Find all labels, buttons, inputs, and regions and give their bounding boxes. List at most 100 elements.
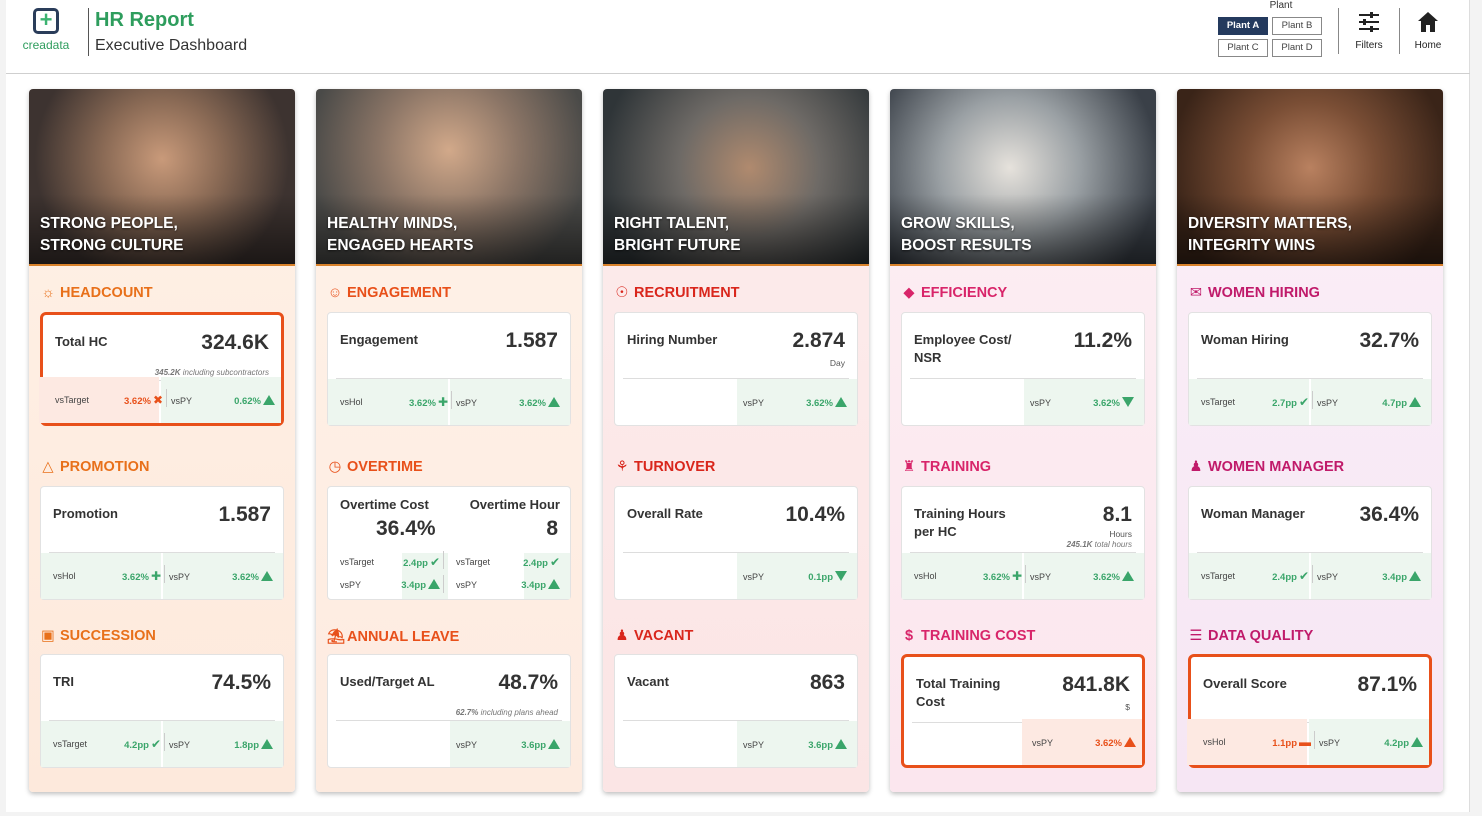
compare-value: 2.7pp ✔	[1272, 395, 1309, 409]
section-title: $ TRAINING COST	[901, 628, 1035, 644]
compare-up-icon	[835, 397, 847, 407]
kpi-card[interactable]: Woman Manager 36.4% vsTarget 2.4pp ✔ vsPY…	[1188, 486, 1432, 600]
kpi-note: 62.7% including plans ahead	[455, 708, 558, 717]
compare-value: 3.62% ✚	[122, 569, 161, 583]
kpi-card[interactable]: Total Training Cost 841.8K $ vsPY 3.62%	[901, 654, 1145, 768]
home-label: Home	[1414, 40, 1442, 51]
pillar-photo: GROW SKILLS, BOOST RESULTS	[890, 89, 1156, 266]
header-divider	[88, 8, 89, 56]
section-title-text: ANNUAL LEAVE	[347, 629, 460, 645]
kpi-card[interactable]: Engagement 1.587 vsHol 3.62% ✚ vsPY 3.62%	[327, 312, 571, 426]
kpi-card[interactable]: Woman Hiring 32.7% vsTarget 2.7pp ✔ vsPY …	[1188, 312, 1432, 426]
compare-value: 3.62% ✖	[124, 393, 163, 407]
kpi-label: Hiring Number	[627, 332, 718, 347]
compare-up-icon	[1409, 397, 1421, 407]
sliders-icon	[1359, 12, 1379, 32]
overtime-cost-value: 36.4%	[376, 517, 436, 540]
kpi-value: 32.7%	[1359, 329, 1419, 352]
kpi-label: Training Hours per HC	[914, 506, 1006, 539]
compare-vs-py: vsPY 3.6pp	[743, 739, 847, 751]
kpi-card[interactable]: Promotion 1.587 vsHol 3.62% ✚ vsPY 3.62%	[40, 486, 284, 600]
pillar-column: STRONG PEOPLE, STRONG CULTURE ☼ HEADCOUNT…	[29, 89, 295, 792]
section-title: ▣ SUCCESSION	[40, 628, 156, 644]
section-title-text: VACANT	[634, 628, 694, 644]
kpi-card[interactable]: Overtime Cost 36.4% Overtime Hour 8 vsTa…	[327, 486, 571, 600]
compare-check-icon: ✔	[429, 555, 440, 569]
compare-label: vsPY	[1317, 572, 1339, 582]
section-title: ☼ HEADCOUNT	[40, 285, 152, 301]
filters-label: Filters	[1355, 40, 1383, 51]
plant-d-button[interactable]: Plant D	[1272, 39, 1322, 57]
pillar-caption-line1: DIVERSITY MATTERS,	[1188, 215, 1352, 232]
compare-label: vsPY	[169, 572, 191, 582]
kpi-card[interactable]: TRI 74.5% vsTarget 4.2pp ✔ vsPY 1.8pp	[40, 654, 284, 768]
plant-c-button[interactable]: Plant C	[1218, 39, 1268, 57]
compare-up-icon	[548, 579, 560, 589]
plant-b-button[interactable]: Plant B	[1272, 17, 1322, 35]
pillar-column: GROW SKILLS, BOOST RESULTS ◆ EFFICIENCY Em…	[890, 89, 1156, 792]
compare-value: 3.62%	[1095, 737, 1136, 749]
home-button[interactable]: Home	[1403, 10, 1453, 51]
compare-separator	[166, 389, 167, 407]
filters-button[interactable]: Filters	[1344, 10, 1394, 51]
smile-icon: ☺	[327, 285, 343, 301]
kpi-card[interactable]: Overall Score 87.1% vsHol 1.1pp ▬ vsPY 4.…	[1187, 654, 1432, 768]
kpi-label: Overall Rate	[627, 506, 703, 521]
kpi-card[interactable]: Employee Cost/ NSR 11.2% vsPY 3.62%	[901, 312, 1145, 426]
turnover-icon: ⚘	[615, 459, 629, 475]
compare-vs-py: vsPY 4.7pp	[1317, 397, 1421, 409]
kpi-card[interactable]: Total HC 324.6K 345.2K including subcontr…	[39, 312, 284, 426]
compare-value: 3.62%	[1093, 397, 1134, 409]
dashboard-frame: creadata HR Report Executive Dashboard P…	[6, 0, 1470, 812]
compare-up-icon	[1411, 737, 1423, 747]
kpi-card[interactable]: Hiring Number 2.874 Day vsPY 3.62%	[614, 312, 858, 426]
section-title-text: SUCCESSION	[60, 628, 156, 644]
compare-plus-icon: ✚	[437, 395, 448, 409]
compare-label: vsPY	[171, 396, 193, 406]
kpi-note: 345.2K including subcontractors	[154, 368, 269, 377]
kpi-unit: Hours	[1109, 529, 1132, 539]
kpi-label: Engagement	[340, 332, 419, 347]
pillar-photo: DIVERSITY MATTERS, INTEGRITY WINS	[1177, 89, 1443, 266]
section-title-text: TURNOVER	[634, 459, 716, 475]
section-title: ◷ OVERTIME	[327, 459, 423, 475]
compare-label: vsHol	[914, 571, 937, 581]
compare-label: vsPY	[456, 398, 478, 408]
kpi-card[interactable]: Vacant 863 vsPY 3.6pp	[614, 654, 858, 768]
compare-check-icon: ✔	[549, 555, 560, 569]
compare-up-icon	[1124, 737, 1136, 747]
kpi-card[interactable]: Overall Rate 10.4% vsPY 0.1pp	[614, 486, 858, 600]
compare-x-icon: ✖	[152, 393, 163, 407]
kpi-card[interactable]: Training Hours per HC 8.1 Hours 245.1K tot…	[901, 486, 1145, 600]
kpi-unit: Day	[829, 358, 845, 368]
kpi-value: 841.8K	[1062, 673, 1130, 696]
compare-vs-py: vsPY 3.62%	[1030, 397, 1134, 409]
dollar-icon: $	[904, 628, 914, 644]
plant-label: Plant	[1269, 0, 1293, 11]
kpi-value: 863	[809, 671, 845, 694]
compare-value: 1.8pp	[234, 739, 273, 751]
section-title-text: ENGAGEMENT	[347, 285, 451, 301]
pillar-caption: GROW SKILLS, BOOST RESULTS	[901, 213, 1032, 257]
kpi-label: Overall Score	[1203, 676, 1287, 691]
compare-value: 0.1pp	[808, 571, 847, 583]
kpi-card[interactable]: Used/Target AL 48.7% 62.7% including plan…	[327, 654, 571, 768]
compare-label: vsPY	[743, 572, 765, 582]
compare-label: vsTarget	[340, 557, 375, 567]
section-title: ⛱ ANNUAL LEAVE	[327, 628, 459, 645]
kpi-value: 11.2%	[1073, 329, 1132, 352]
compare-up-icon	[263, 395, 275, 405]
kpi-label: TRI	[53, 674, 74, 689]
compare-up-icon	[428, 579, 440, 589]
header-separator	[1399, 8, 1400, 54]
compare-value: 1.1pp ▬	[1272, 735, 1311, 749]
section-title-text: WOMEN HIRING	[1208, 285, 1320, 301]
compare-label: vsHol	[340, 397, 363, 407]
kpi-label: Promotion	[53, 506, 118, 521]
compare-label: vsPY	[1030, 398, 1052, 408]
compare-check-icon: ✔	[1298, 569, 1309, 583]
home-icon	[1418, 12, 1438, 32]
section-title-text: TRAINING COST	[921, 628, 1036, 644]
plant-a-button[interactable]: Plant A	[1218, 17, 1268, 35]
compare-label: vsHol	[53, 571, 76, 581]
